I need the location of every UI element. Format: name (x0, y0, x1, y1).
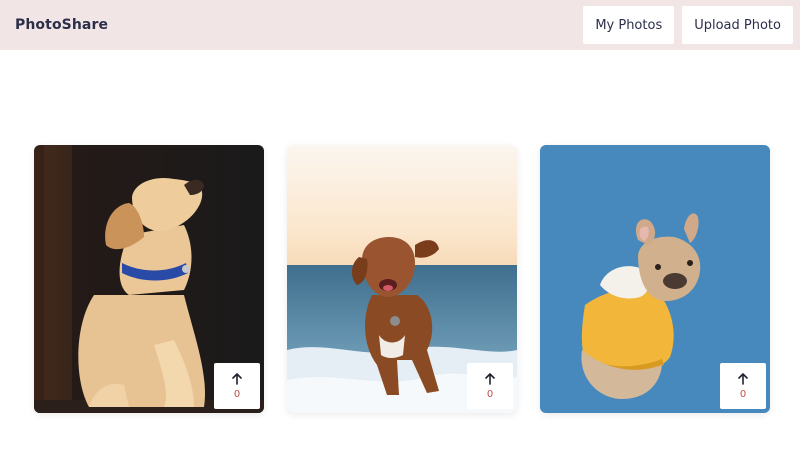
arrow-up-icon (232, 373, 242, 385)
upvote-button[interactable]: 0 (720, 363, 766, 409)
vote-count: 0 (233, 389, 241, 400)
upvote-button[interactable]: 0 (467, 363, 513, 409)
vote-count: 0 (739, 389, 747, 400)
photo-card[interactable]: 0 (287, 145, 517, 413)
vote-count: 0 (486, 389, 494, 400)
photo-card[interactable]: 0 (540, 145, 770, 413)
my-photos-button[interactable]: My Photos (583, 6, 675, 44)
photo-card[interactable]: 0 (34, 145, 264, 413)
navbar: PhotoShare My Photos Upload Photo (0, 0, 800, 50)
upload-photo-button[interactable]: Upload Photo (682, 6, 793, 44)
arrow-up-icon (485, 373, 495, 385)
nav-actions: My Photos Upload Photo (583, 6, 793, 44)
arrow-up-icon (738, 373, 748, 385)
photo-gallery: 0 0 0 (34, 145, 770, 413)
upvote-button[interactable]: 0 (214, 363, 260, 409)
brand-logo[interactable]: PhotoShare (15, 17, 108, 33)
